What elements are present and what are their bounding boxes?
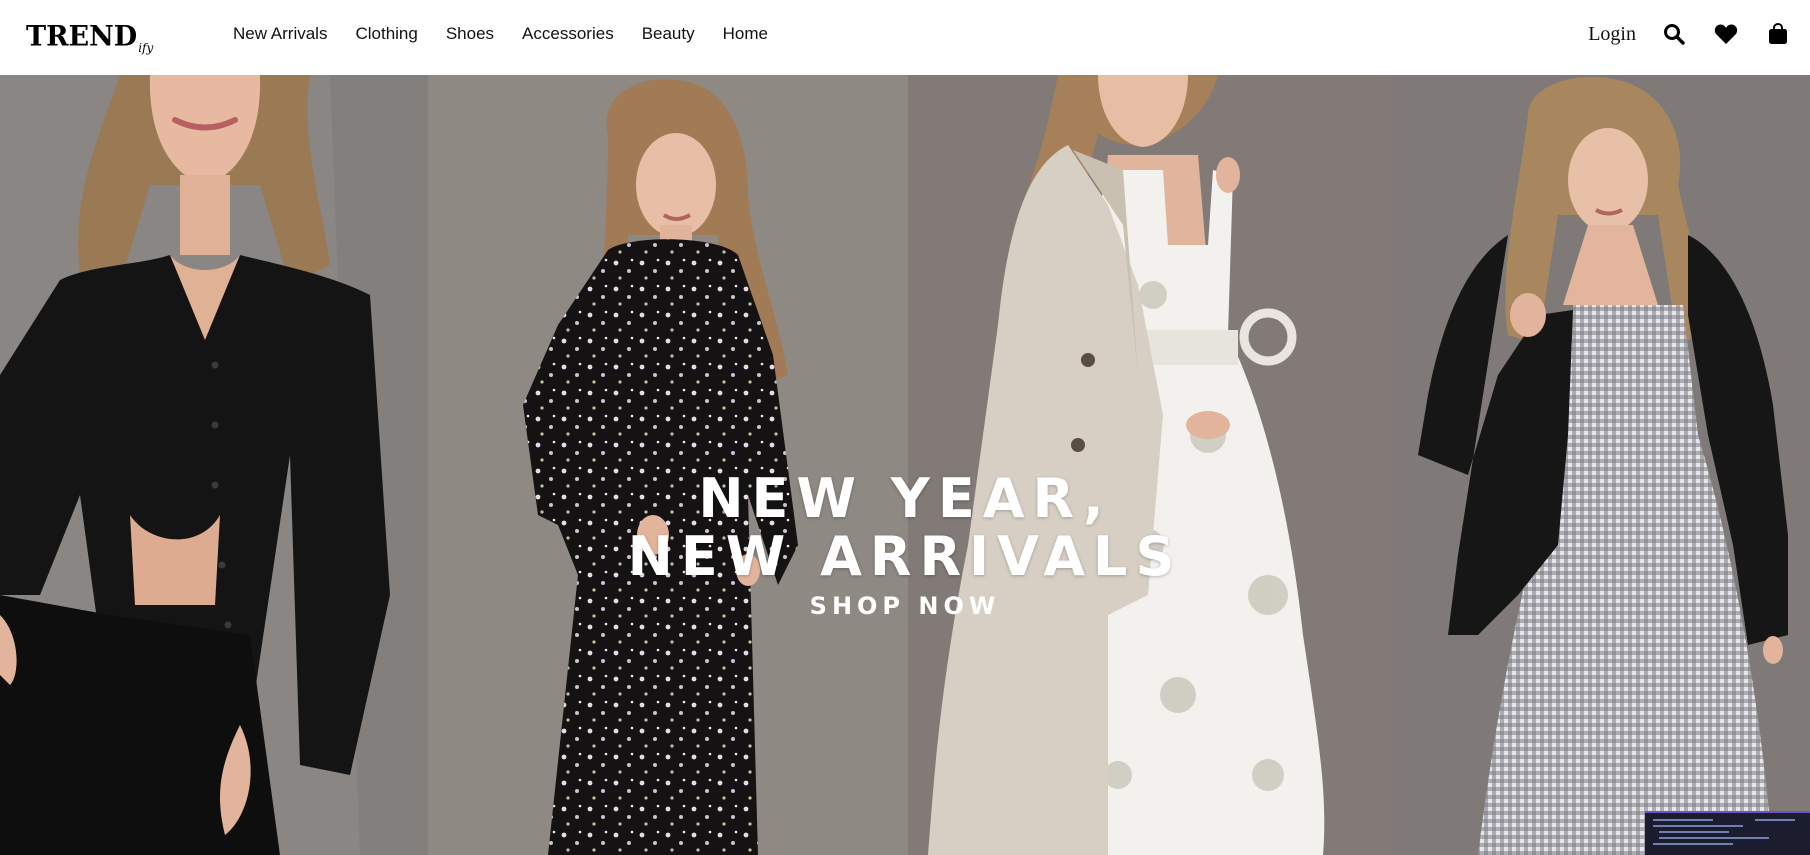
hero-banner[interactable]: NEW YEAR, NEW ARRIVALS SHOP NOW	[0, 75, 1810, 855]
hero-panel-black-cardigan	[0, 75, 428, 855]
heart-icon[interactable]	[1712, 20, 1740, 48]
hero-headline-line1: NEW YEAR,	[698, 467, 1112, 530]
devtools-thumbnail	[1645, 811, 1810, 855]
model-floral-dress-image	[428, 75, 908, 855]
nav-item-home[interactable]: Home	[723, 24, 768, 44]
header-actions: Login	[1588, 0, 1792, 68]
hero-panel-floral-dress	[428, 75, 908, 855]
login-link[interactable]: Login	[1588, 23, 1636, 46]
model-gingham-dress-image	[1388, 75, 1810, 855]
nav-item-beauty[interactable]: Beauty	[642, 24, 695, 44]
brand-logo[interactable]: TREND ify	[26, 14, 153, 54]
site-header: TREND ify New Arrivals Clothing Shoes Ac…	[0, 0, 1810, 75]
search-icon[interactable]	[1660, 20, 1688, 48]
hero-headline-line2: NEW ARRIVALS	[627, 525, 1183, 588]
nav-item-new-arrivals[interactable]: New Arrivals	[233, 24, 327, 44]
nav-item-shoes[interactable]: Shoes	[446, 24, 494, 44]
hero-text-block: NEW YEAR, NEW ARRIVALS SHOP NOW	[0, 470, 1810, 621]
main-nav: New Arrivals Clothing Shoes Accessories …	[233, 0, 768, 68]
model-black-cardigan-image	[0, 75, 428, 855]
hero-panel-gingham-dress	[1388, 75, 1810, 855]
shop-now-button[interactable]: SHOP NOW	[810, 592, 1001, 620]
nav-item-accessories[interactable]: Accessories	[522, 24, 614, 44]
model-white-dress-trench-image	[908, 75, 1388, 855]
nav-item-clothing[interactable]: Clothing	[355, 24, 417, 44]
hero-headline: NEW YEAR, NEW ARRIVALS	[0, 470, 1810, 586]
shopping-bag-icon[interactable]	[1764, 20, 1792, 48]
hero-panel-white-dress	[908, 75, 1388, 855]
brand-logo-main: TREND	[26, 20, 138, 53]
brand-logo-sub: ify	[138, 41, 154, 55]
